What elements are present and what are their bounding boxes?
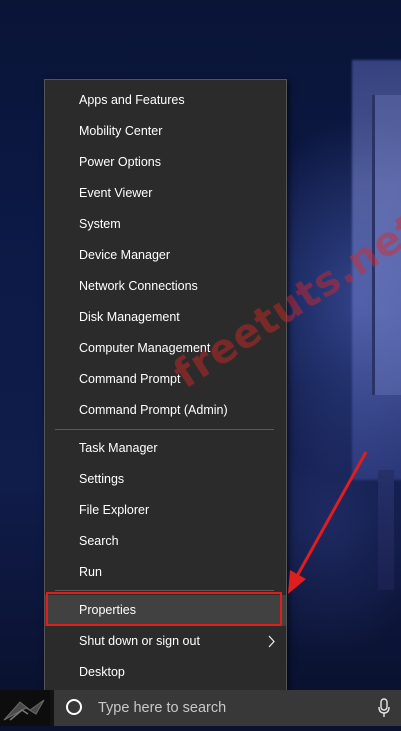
- menu-item-apps-and-features[interactable]: Apps and Features: [45, 85, 286, 116]
- menu-item-label: Command Prompt (Admin): [79, 403, 228, 417]
- menu-item-label: Settings: [79, 472, 125, 486]
- menu-item-label: File Explorer: [79, 503, 150, 517]
- microphone-icon[interactable]: [377, 698, 391, 718]
- start-button[interactable]: [0, 690, 50, 726]
- wallpaper-pillar-shape: [378, 470, 394, 590]
- menu-item-label: Run: [79, 565, 102, 579]
- menu-item-label: Mobility Center: [79, 124, 163, 138]
- menu-item-desktop[interactable]: Desktop: [45, 657, 286, 688]
- menu-item-label: Desktop: [79, 665, 125, 679]
- chevron-right-icon: [268, 635, 275, 648]
- menu-item-task-manager[interactable]: Task Manager: [45, 433, 286, 464]
- menu-item-file-explorer[interactable]: File Explorer: [45, 495, 286, 526]
- menu-item-label: Power Options: [79, 155, 161, 169]
- taskbar: Type here to search: [0, 690, 401, 726]
- menu-separator: [55, 590, 274, 591]
- rog-logo-icon: [3, 699, 45, 721]
- menu-item-label: Shut down or sign out: [79, 634, 200, 648]
- properties-highlight-box: [46, 592, 282, 626]
- menu-item-run[interactable]: Run: [45, 557, 286, 588]
- cortana-circle-icon: [66, 699, 82, 715]
- taskbar-search-box[interactable]: Type here to search: [54, 690, 401, 726]
- menu-item-shut-down-or-sign-out[interactable]: Shut down or sign out: [45, 626, 286, 657]
- menu-item-label: Event Viewer: [79, 186, 153, 200]
- menu-item-label: Task Manager: [79, 441, 158, 455]
- search-placeholder: Type here to search: [98, 700, 227, 716]
- menu-item-settings[interactable]: Settings: [45, 464, 286, 495]
- menu-item-label: Command Prompt: [79, 372, 181, 386]
- menu-item-command-prompt[interactable]: Command Prompt: [45, 364, 286, 395]
- menu-item-label: System: [79, 217, 121, 231]
- menu-item-search[interactable]: Search: [45, 526, 286, 557]
- menu-separator: [55, 429, 274, 430]
- menu-item-label: Search: [79, 534, 119, 548]
- menu-item-command-prompt-admin[interactable]: Command Prompt (Admin): [45, 395, 286, 426]
- menu-item-label: Apps and Features: [79, 93, 185, 107]
- menu-item-mobility-center[interactable]: Mobility Center: [45, 116, 286, 147]
